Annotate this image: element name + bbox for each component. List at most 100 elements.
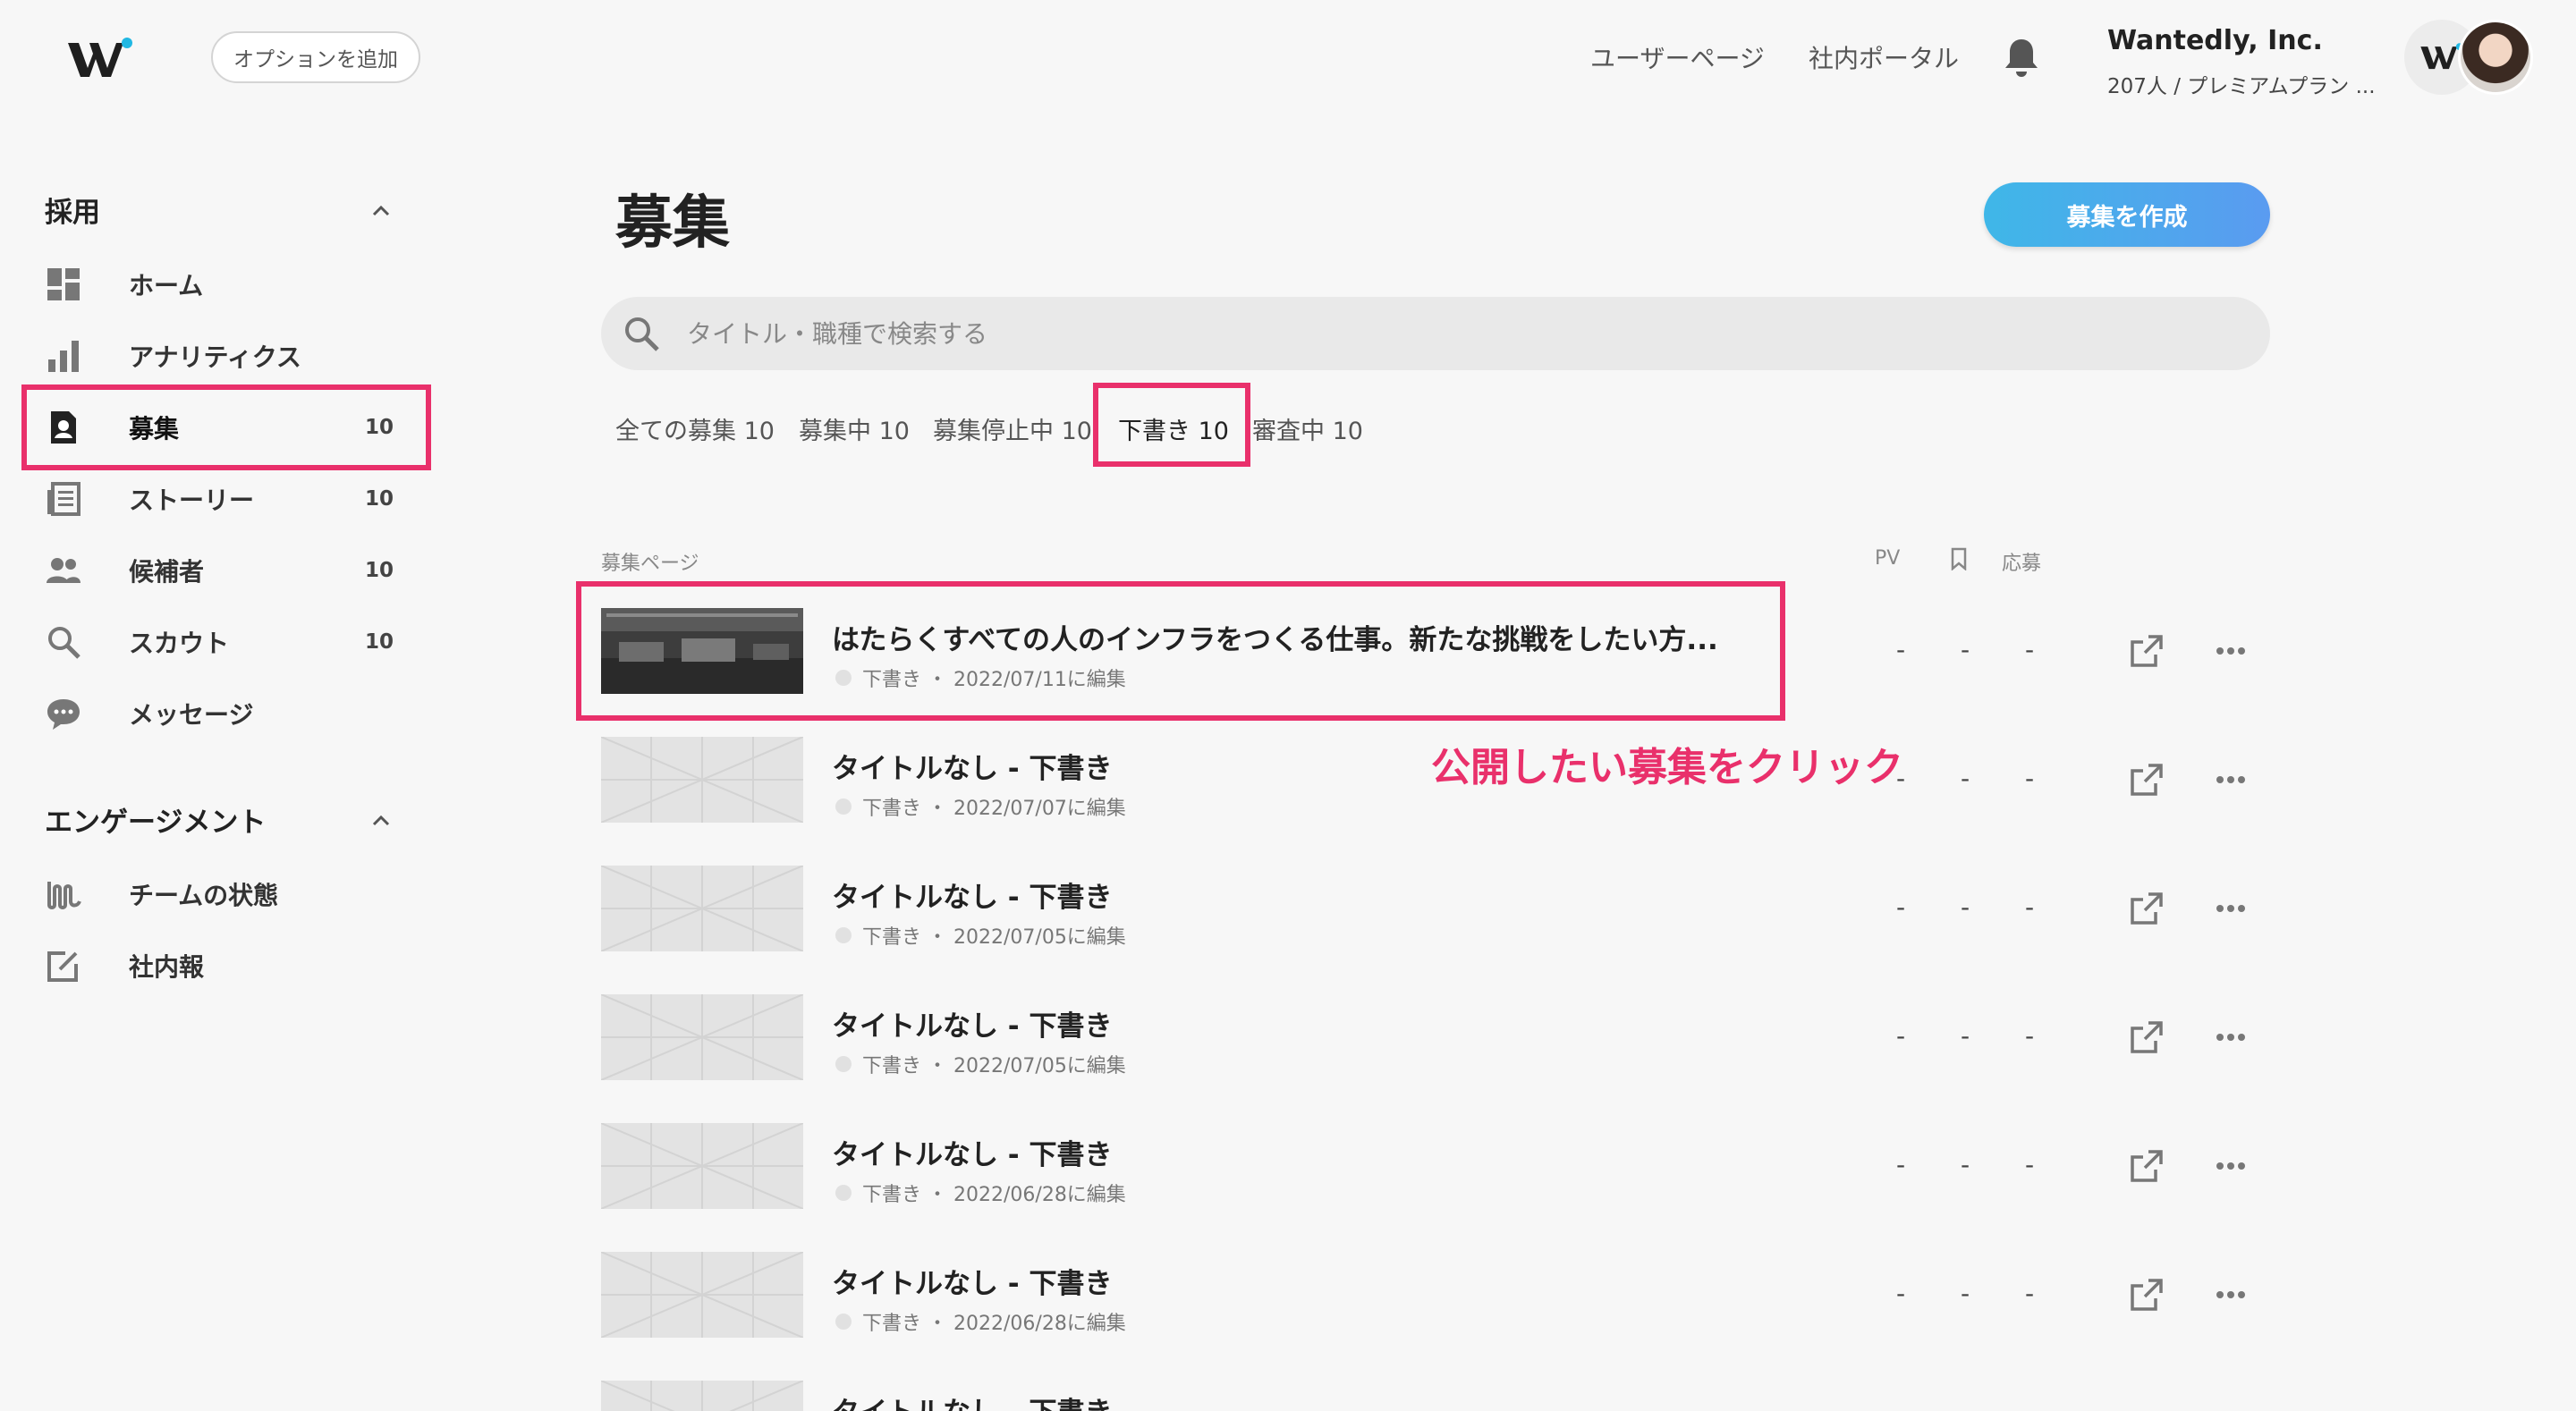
recruitment-meta: 下書き ・ 2022/06/28に編集 <box>835 1307 1126 1336</box>
pv-value: - <box>1895 892 1906 922</box>
more-options-icon[interactable] <box>2211 1146 2250 1186</box>
recruitment-title[interactable]: タイトルなし - 下書き <box>832 1003 1112 1043</box>
recruitment-thumbnail[interactable] <box>601 1252 803 1338</box>
recruitment-status: 下書き <box>862 1313 922 1335</box>
apply-value: - <box>2024 892 2035 922</box>
table-row[interactable]: タイトルなし - 下書き 下書き ・ 2022/06/28に編集 - - - <box>601 1123 2318 1209</box>
recruitment-edited-date: ・ 2022/06/28に編集 <box>928 1313 1126 1335</box>
sidebar-item-scout[interactable]: スカウト 10 <box>36 613 402 671</box>
more-options-icon[interactable] <box>2211 1018 2250 1057</box>
account-avatars[interactable] <box>2404 20 2535 95</box>
more-options-icon[interactable] <box>2211 889 2250 928</box>
tab-all[interactable]: 全ての募集 10 <box>615 411 775 446</box>
sidebar-item-label: 募集 <box>129 414 180 444</box>
recruitment-thumbnail[interactable] <box>601 608 803 694</box>
search-icon <box>43 621 84 663</box>
recruitment-title[interactable]: タイトルなし - 下書き <box>832 1132 1112 1172</box>
sidebar-item-home[interactable]: ホーム <box>36 256 402 313</box>
bookmark-value: - <box>1960 635 1970 664</box>
add-option-button[interactable]: オプションを追加 <box>211 31 420 83</box>
pv-value: - <box>1895 1279 1906 1308</box>
more-options-icon[interactable] <box>2211 1275 2250 1314</box>
bookmark-value: - <box>1960 1150 1970 1179</box>
external-link-icon[interactable] <box>2127 760 2166 799</box>
sidebar-item-recruitment[interactable]: 募集 10 <box>36 399 402 456</box>
dashboard-icon <box>43 264 84 305</box>
external-link-icon[interactable] <box>2127 1146 2166 1186</box>
recruitment-status: 下書き <box>862 1184 922 1206</box>
tab-paused[interactable]: 募集停止中 10 <box>933 411 1092 446</box>
sidebar-item-label: ホーム <box>129 271 204 300</box>
search-bar[interactable] <box>601 297 2270 370</box>
external-link-icon[interactable] <box>2127 889 2166 928</box>
recruitment-thumbnail[interactable] <box>601 994 803 1080</box>
recruitment-thumbnail[interactable] <box>601 1381 803 1411</box>
page: オプションを追加 ユーザーページ 社内ポータル Wantedly, Inc. 2… <box>0 0 2576 1411</box>
recruitment-title[interactable]: タイトルなし - 下書き <box>832 874 1112 915</box>
recruitment-edited-date: ・ 2022/07/07に編集 <box>928 798 1126 820</box>
tab-review[interactable]: 審査中 10 <box>1252 411 1363 446</box>
search-input[interactable] <box>687 318 2207 349</box>
recruitment-meta: 下書き ・ 2022/07/05に編集 <box>835 1050 1126 1078</box>
bookmark-value: - <box>1960 764 1970 793</box>
sidebar-item-analytics[interactable]: アナリティクス <box>36 327 402 384</box>
recruitment-status: 下書き <box>862 926 922 949</box>
recruitment-edited-date: ・ 2022/07/11に編集 <box>928 669 1126 691</box>
recruitment-title[interactable]: はたらくすべての人のインフラをつくる仕事。新たな挑戦をしたい方... <box>832 617 1718 657</box>
pv-value: - <box>1895 1150 1906 1179</box>
recruitment-thumbnail[interactable] <box>601 1123 803 1209</box>
company-switcher[interactable]: Wantedly, Inc. 207人 / プレミアムプラン ... <box>2107 25 2376 99</box>
tab-open[interactable]: 募集中 10 <box>799 411 910 446</box>
recruitment-meta: 下書き ・ 2022/06/28に編集 <box>835 1179 1126 1207</box>
sidebar-item-label: 社内報 <box>129 952 205 982</box>
sidebar-item-message[interactable]: メッセージ <box>36 685 402 742</box>
chevron-up-icon[interactable] <box>369 199 394 224</box>
user-page-link[interactable]: ユーザーページ <box>1590 39 1765 75</box>
column-header-apply: 応募 <box>2002 553 2042 575</box>
more-options-icon[interactable] <box>2211 631 2250 671</box>
apply-value: - <box>2024 635 2035 664</box>
wantedly-logo[interactable] <box>66 34 134 84</box>
table-row[interactable]: タイトルなし - 下書き 下書き ・ 2022/07/05に編集 - - - <box>601 866 2318 951</box>
more-options-icon[interactable] <box>2211 760 2250 799</box>
people-icon <box>43 550 84 591</box>
table-row[interactable]: タイトルなし - 下書き 下書き ・ 2022/07/05に編集 - - - <box>601 994 2318 1080</box>
recruitment-title[interactable]: タイトルなし - 下書き <box>832 1390 1112 1411</box>
apply-value: - <box>2024 764 2035 793</box>
recruitment-thumbnail[interactable] <box>601 737 803 823</box>
sidebar-item-candidates[interactable]: 候補者 10 <box>36 542 402 599</box>
company-portal-link[interactable]: 社内ポータル <box>1809 39 1959 75</box>
wantedly-logo-icon <box>68 38 132 77</box>
recruitment-title[interactable]: タイトルなし - 下書き <box>832 746 1112 786</box>
sidebar-item-story[interactable]: ストーリー 10 <box>36 470 402 528</box>
bell-icon[interactable] <box>2002 36 2041 79</box>
table-row[interactable]: タイトルなし - 下書き 下書き ・ 2022/06/28に編集 - - - <box>601 1252 2318 1338</box>
bookmark-value: - <box>1960 1279 1970 1308</box>
tab-draft[interactable]: 下書き 10 <box>1118 411 1229 446</box>
recruitment-edited-date: ・ 2022/07/05に編集 <box>928 1055 1126 1077</box>
recruitment-thumbnail[interactable] <box>601 866 803 951</box>
external-link-icon[interactable] <box>2127 1275 2166 1314</box>
column-header-pv: PV <box>1875 547 1901 570</box>
external-link-icon[interactable] <box>2127 631 2166 671</box>
create-recruitment-button[interactable]: 募集を作成 <box>1984 182 2270 247</box>
status-dot-icon <box>835 1314 852 1330</box>
apply-value: - <box>2024 1021 2035 1051</box>
article-icon <box>43 478 84 520</box>
chevron-up-icon[interactable] <box>369 808 394 833</box>
table-row[interactable]: はたらくすべての人のインフラをつくる仕事。新たな挑戦をしたい方... 下書き ・ … <box>601 608 2318 694</box>
wave-icon <box>43 874 84 915</box>
job-post-icon <box>43 407 84 448</box>
status-dot-icon <box>835 798 852 815</box>
external-link-icon[interactable] <box>2127 1018 2166 1057</box>
search-icon <box>625 317 659 351</box>
sidebar: 採用 ホーム アナリティクス 募集 10 ストーリー 10 候補者 10 スカウ… <box>0 116 433 1411</box>
sidebar-item-newsletter[interactable]: 社内報 <box>36 937 402 994</box>
bookmark-value: - <box>1960 892 1970 922</box>
sidebar-item-label: 候補者 <box>129 557 205 587</box>
page-title: 募集 <box>615 190 730 257</box>
chat-bubble-icon <box>43 693 84 734</box>
table-row[interactable]: タイトルなし - 下書き <box>601 1381 2318 1411</box>
sidebar-item-team-status[interactable]: チームの状態 <box>36 866 402 923</box>
recruitment-title[interactable]: タイトルなし - 下書き <box>832 1261 1112 1301</box>
